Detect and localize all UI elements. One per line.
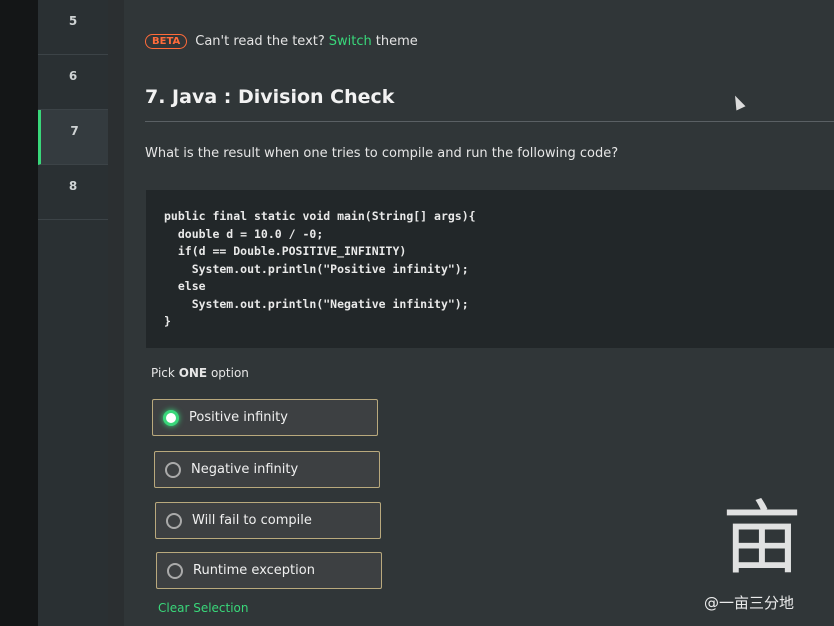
sidebar-item-label: 7 xyxy=(70,124,79,138)
question-sidebar: 5 6 7 8 xyxy=(38,0,108,626)
beta-badge: BETA xyxy=(145,34,188,49)
question-title: 7. Java : Division Check xyxy=(145,86,395,108)
pick-prefix: Pick xyxy=(151,366,175,380)
code-line: public final static void main(String[] a… xyxy=(164,209,476,223)
sidebar-item-8[interactable]: 8 xyxy=(38,165,108,220)
radio-empty-icon[interactable] xyxy=(165,461,181,478)
watermark-text: @一亩三分地 xyxy=(704,594,795,612)
sidebar-item-7[interactable]: 7 xyxy=(38,110,108,165)
pick-suffix: option xyxy=(210,366,249,380)
code-line: System.out.println("Positive infinity"); xyxy=(164,261,469,276)
code-line: } xyxy=(164,314,171,328)
pick-count: ONE xyxy=(178,366,208,380)
banner-suffix: theme xyxy=(375,34,418,49)
pick-instruction: Pick ONE option xyxy=(151,366,249,380)
left-edge-strip xyxy=(0,0,38,626)
radio-selected-icon[interactable] xyxy=(163,409,179,426)
option-label: Positive infinity xyxy=(189,410,288,425)
question-prompt: What is the result when one tries to com… xyxy=(145,146,619,161)
option-negative-infinity[interactable]: Negative infinity xyxy=(154,451,380,488)
radio-empty-icon[interactable] xyxy=(166,512,182,529)
option-will-fail-to-compile[interactable]: Will fail to compile xyxy=(155,502,381,539)
sidebar-item-label: 8 xyxy=(68,179,78,193)
theme-banner: BETA Can't read the text? Switch theme xyxy=(145,34,418,49)
code-line: else xyxy=(164,279,206,293)
option-label: Will fail to compile xyxy=(192,513,312,528)
radio-empty-icon[interactable] xyxy=(167,562,183,579)
sidebar-item-label: 6 xyxy=(68,69,78,83)
option-label: Negative infinity xyxy=(191,462,299,477)
watermark-logo: 亩 xyxy=(722,492,802,585)
sidebar-item-6[interactable]: 6 xyxy=(38,55,108,110)
banner-link-group: Switch theme xyxy=(329,34,418,49)
option-positive-infinity[interactable]: Positive infinity xyxy=(152,399,378,436)
code-line: System.out.println("Negative infinity"); xyxy=(164,296,469,311)
sidebar-item-label: 5 xyxy=(68,14,78,28)
code-line: double d = 10.0 / -0; xyxy=(164,226,324,241)
title-divider xyxy=(145,121,834,122)
sidebar-item-5[interactable]: 5 xyxy=(38,0,108,55)
code-block: public final static void main(String[] a… xyxy=(146,190,834,348)
clear-selection-link[interactable]: Clear Selection xyxy=(158,601,249,615)
option-label: Runtime exception xyxy=(193,563,315,578)
code-line: if(d == Double.POSITIVE_INFINITY) xyxy=(164,244,407,258)
switch-theme-link[interactable]: Switch xyxy=(329,34,372,49)
banner-text: Can't read the text? xyxy=(195,34,325,49)
option-runtime-exception[interactable]: Runtime exception xyxy=(156,552,382,589)
